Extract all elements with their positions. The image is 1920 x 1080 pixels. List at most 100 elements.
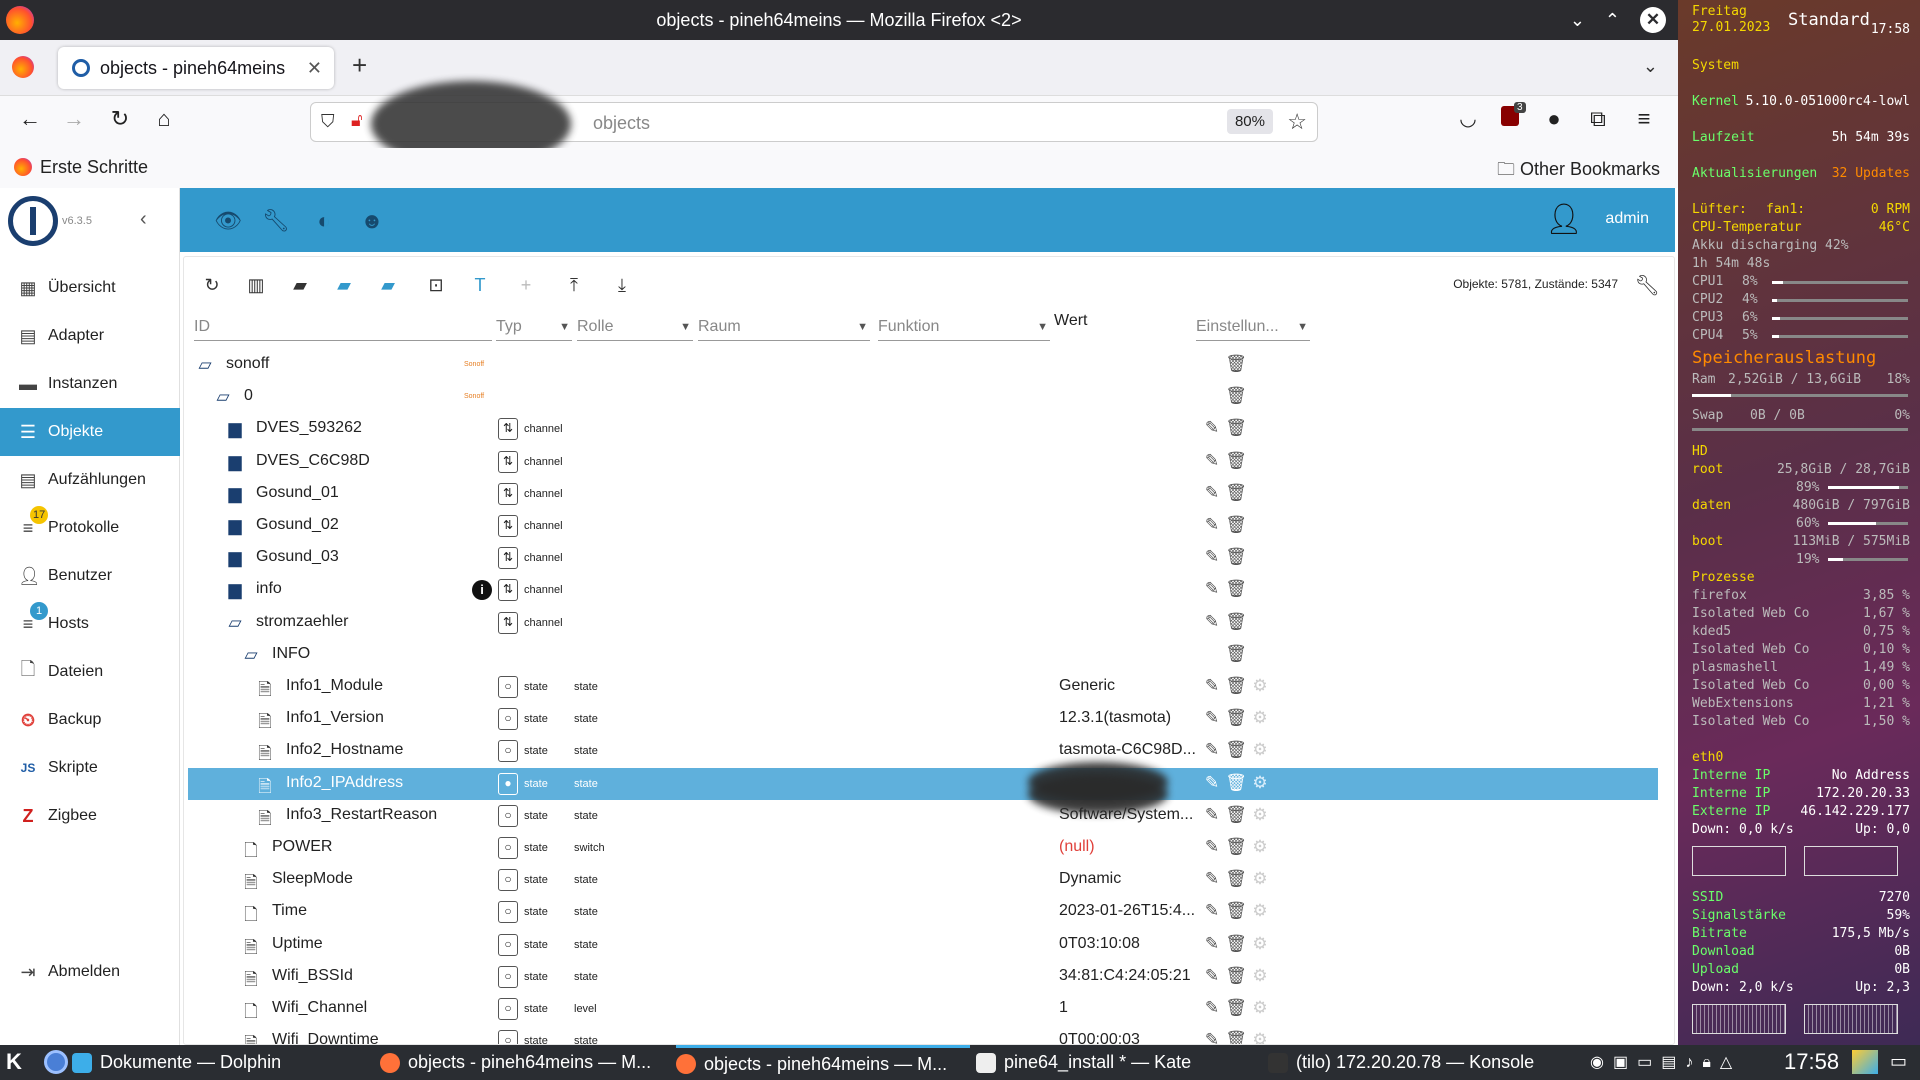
file-icon[interactable]: 🗎 [240,935,262,964]
settings-wrench-icon[interactable]: 🔧︎ [1635,273,1660,298]
filter-room[interactable]: Raum ▼ [698,313,870,341]
task-item[interactable]: (tilo) 172.20.20.78 — Konsole [1268,1045,1568,1080]
logout-button[interactable]: ⇥ Abmelden [0,948,180,996]
zoom-indicator[interactable]: 80% [1226,109,1273,134]
task-item[interactable]: pine64_install * — Kate [976,1045,1262,1080]
table-row[interactable]: 🗎 Wifi_Downtime ○ state state 0T00:00:03 ✎ 🗑︎ ⚙ [188,1025,1658,1044]
nav-item-dateien[interactable]: 🗋 Dateien [0,648,180,696]
system-tray-icons[interactable]: ◉▣▭▤♪🔒︎△ [1590,1052,1741,1072]
file-icon[interactable]: 🗎 [254,806,276,835]
delete-icon[interactable]: 🗑︎ [1224,1030,1248,1044]
edit-icon[interactable]: ✎ [1200,869,1224,889]
row-value[interactable]: Dynamic [1059,870,1203,888]
nav-item-zigbee[interactable]: Z Zigbee [0,792,180,840]
peek-icon[interactable]: ▭ [1890,1051,1907,1072]
extensions-puzzle-icon[interactable]: ⧉ [1582,106,1614,132]
file-icon[interactable]: 🗎 [254,677,276,706]
table-row[interactable]: 🗎 Info3_RestartReason ○ state state Software/… [188,773,1658,835]
edit-icon[interactable]: ✎ [1200,676,1224,696]
delete-icon[interactable]: 🗑︎ [1224,354,1248,374]
edit-icon[interactable]: ✎ [1200,579,1224,599]
nav-item-instanzen[interactable]: ▬ Instanzen [0,360,180,408]
edit-icon[interactable]: ✎ [1200,418,1224,438]
table-row[interactable]: 🗎 Info2_IPAddress ● state state ✎ 🗑︎ ⚙ [188,761,1658,802]
row-value[interactable]: 2023-01-26T15:4... [1059,902,1203,920]
tab-objects[interactable]: objects - pineh64meins ✕ [58,47,334,89]
table-row[interactable]: 🗎 Uptime ○ state state 0T03:10:08 ✎ 🗑︎ ⚙ [188,929,1658,961]
table-row[interactable]: ▆ DVES_C6C98D ⇅ channel ✎ 🗑︎ [188,446,1658,478]
table-row[interactable]: ▆ DVES_593262 ⇅ channel ✎ 🗑︎ [188,413,1658,445]
nav-item-benutzer[interactable]: 👤︎ Benutzer [0,552,180,600]
table-row[interactable]: ▱ 0 Sonoff 🗑︎ [188,381,1658,413]
delete-icon[interactable]: 🗑︎ [1224,418,1248,438]
nav-item-übersicht[interactable]: ▦ Übersicht [0,264,180,312]
avatar-icon[interactable]: 👤︎ [1545,202,1583,237]
nav-item-objekte[interactable]: ☰ Objekte [0,408,180,456]
settings-gear-icon[interactable]: ⚙ [1248,773,1272,793]
settings-gear-icon[interactable]: ⚙ [1248,901,1272,921]
theme-icon[interactable]: ◐ [310,208,338,234]
file-icon[interactable]: 🗎 [254,709,276,738]
table-row[interactable]: ▱ sonoff Sonoff 🗑︎ [188,349,1658,381]
wrench-icon[interactable]: 🔧︎ [262,208,290,234]
delete-icon[interactable]: 🗑︎ [1224,579,1248,599]
collapse-sidebar-icon[interactable]: ‹ [140,208,147,231]
add-icon[interactable]: + [514,275,538,296]
table-row[interactable]: 🗎 Info1_Module ○ state state Generic ✎ 🗑︎ ⚙ [188,671,1658,703]
upload-icon[interactable]: ⤒ [562,275,586,296]
folder-icon[interactable]: ▆ [224,580,246,600]
bookmark-star-icon[interactable]: ☆ [1287,109,1307,135]
settings-gear-icon[interactable]: ⚙ [1248,837,1272,857]
bookmark-erste-schritte[interactable]: Erste Schritte [40,157,148,178]
delete-icon[interactable]: 🗑︎ [1224,612,1248,632]
other-bookmarks[interactable]: 🗀 Other Bookmarks [1497,157,1660,187]
filter-settings[interactable]: Einstellun... ▼ [1196,313,1310,341]
edit-icon[interactable]: ✎ [1200,837,1224,857]
edit-icon[interactable]: ✎ [1200,451,1224,471]
table-row[interactable]: 🗋 POWER ○ state switch (null) ✎ 🗑︎ ⚙ [188,832,1658,864]
folder-icon[interactable]: ▆ [224,516,246,536]
delete-icon[interactable]: 🗑︎ [1224,515,1248,535]
folder-open-icon[interactable]: ▱ [212,387,234,407]
window-titlebar[interactable]: objects - pineh64meins — Mozilla Firefox… [0,0,1678,40]
table-row[interactable]: ▆ Gosund_02 ⇅ channel ✎ 🗑︎ [188,510,1658,542]
edit-icon[interactable]: ✎ [1200,901,1224,921]
refresh-icon[interactable]: ↻ [200,275,224,296]
edit-icon[interactable]: ✎ [1200,612,1224,632]
user-name[interactable]: admin [1605,210,1649,228]
filter-id[interactable]: ID [194,313,492,341]
table-row[interactable]: ▱ stromzaehler ⇅ channel ✎ 🗑︎ [188,607,1658,639]
table-row[interactable]: 🗎 Wifi_BSSId ○ state state 34:81:C4:24:05:21 ✎… [188,961,1658,993]
firefox-view-icon[interactable] [12,56,34,78]
new-tab-icon[interactable]: + [352,50,367,81]
nav-item-adapter[interactable]: ▤ Adapter [0,312,180,360]
row-value[interactable]: (null) [1059,838,1203,856]
task-item[interactable]: Dokumente — Dolphin [72,1045,368,1080]
expand-all-icon[interactable]: ▰ [332,275,356,296]
delete-icon[interactable]: 🗑︎ [1224,708,1248,728]
delete-icon[interactable]: 🗑︎ [1224,773,1248,793]
file-blank-icon[interactable]: 🗋 [240,999,262,1028]
collapse-all-icon[interactable]: ▰ [376,275,400,296]
home-icon[interactable]: ⌂ [148,106,180,132]
task-item[interactable]: objects - pineh64meins — M... [676,1045,970,1080]
file-icon[interactable]: 🗎 [240,870,262,899]
delete-icon[interactable]: 🗑︎ [1224,547,1248,567]
nav-item-protokolle[interactable]: ≡ Protokolle 17 [0,504,180,552]
kde-launcher-icon[interactable]: K [6,1049,22,1075]
insecure-lock-icon[interactable]: 🔓︎ [351,110,363,131]
row-value[interactable]: 0T03:10:08 [1059,935,1203,953]
table-row[interactable]: 🗎 Info1_Version ○ state state 12.3.1(tasmota)… [188,703,1658,735]
url-bar[interactable]: ⛉ 🔓︎ objects 80% ☆ [310,81,1318,167]
menu-icon[interactable]: ≡ [1628,106,1660,132]
file-blank-icon[interactable]: 🗋 [240,902,262,931]
expand-one-step-icon[interactable]: ⊡ [424,275,448,296]
delete-icon[interactable]: 🗑︎ [1224,998,1248,1018]
file-icon[interactable]: 🗎 [254,741,276,770]
task-item[interactable]: objects - pineh64meins — M... [380,1045,670,1080]
minimize-icon[interactable]: ⌄ [1570,10,1585,31]
file-icon[interactable]: 🗎 [240,967,262,996]
delete-icon[interactable]: 🗑︎ [1224,644,1248,664]
edit-icon[interactable]: ✎ [1200,708,1224,728]
delete-icon[interactable]: 🗑︎ [1224,901,1248,921]
